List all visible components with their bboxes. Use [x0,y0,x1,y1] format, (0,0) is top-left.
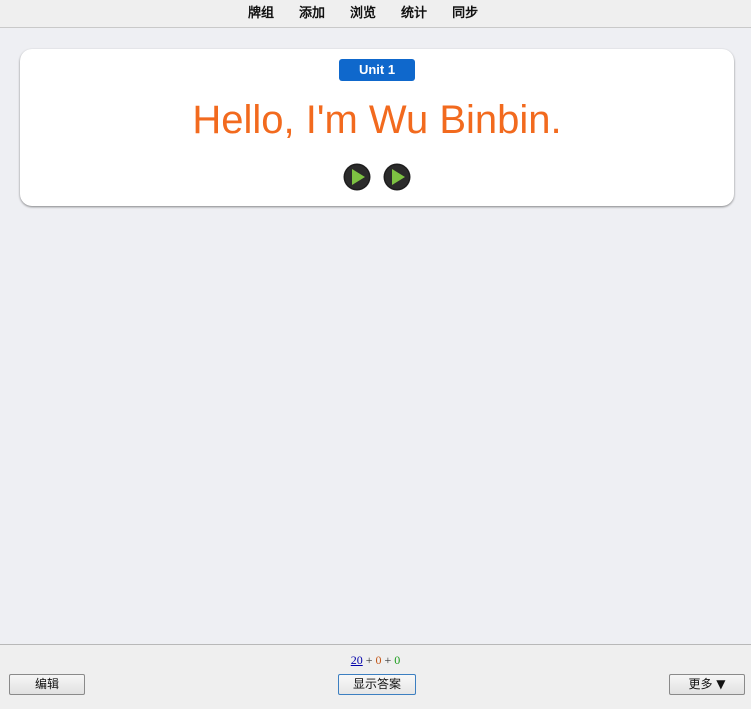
nav-stats[interactable]: 统计 [401,6,427,22]
nav-sync[interactable]: 同步 [452,6,478,22]
learn-count: 0 [375,653,382,667]
main-nav: 牌组 添加 浏览 统计 同步 [248,6,503,22]
more-button[interactable]: 更多 ▼ [669,674,745,695]
top-menubar: 牌组 添加 浏览 统计 同步 [0,0,751,28]
play-icon[interactable] [343,163,371,191]
nav-browse[interactable]: 浏览 [350,6,376,22]
deck-tag: Unit 1 [339,59,415,81]
bottom-bar: 20 + 0 + 0 编辑 显示答案 更多 ▼ [0,644,751,709]
count-separator: + [384,653,395,667]
count-separator: + [365,653,376,667]
new-count[interactable]: 20 [351,653,363,667]
edit-button[interactable]: 编辑 [9,674,85,695]
card-question: Hello, I'm Wu Binbin. [192,98,562,142]
show-answer-button[interactable]: 显示答案 [338,674,416,695]
due-counts: 20 + 0 + 0 [0,653,751,667]
nav-decks[interactable]: 牌组 [248,6,274,22]
nav-add[interactable]: 添加 [299,6,325,22]
review-count: 0 [394,653,401,667]
flashcard: Unit 1 Hello, I'm Wu Binbin. [20,49,734,206]
play-icon[interactable] [383,163,411,191]
